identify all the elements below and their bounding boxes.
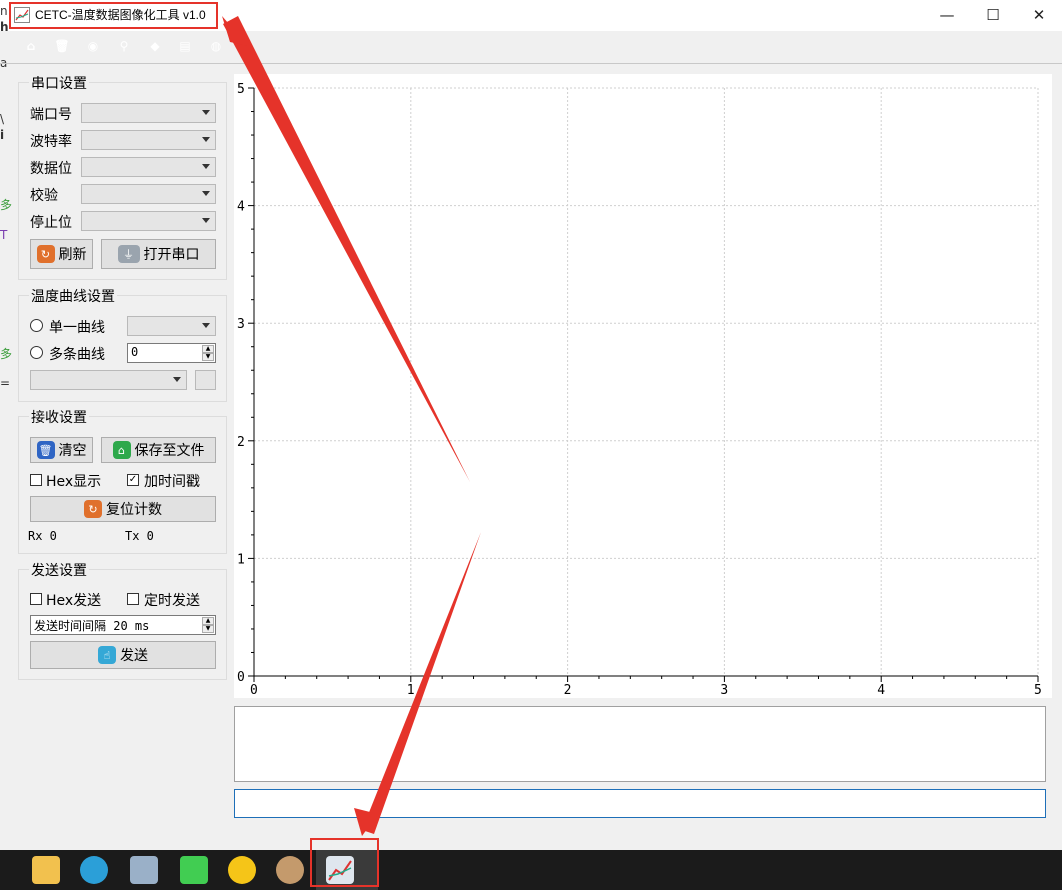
annotation-arrows — [222, 16, 481, 836]
annotation-arrow-up — [223, 16, 470, 482]
annotation-arrow-down — [362, 532, 481, 834]
